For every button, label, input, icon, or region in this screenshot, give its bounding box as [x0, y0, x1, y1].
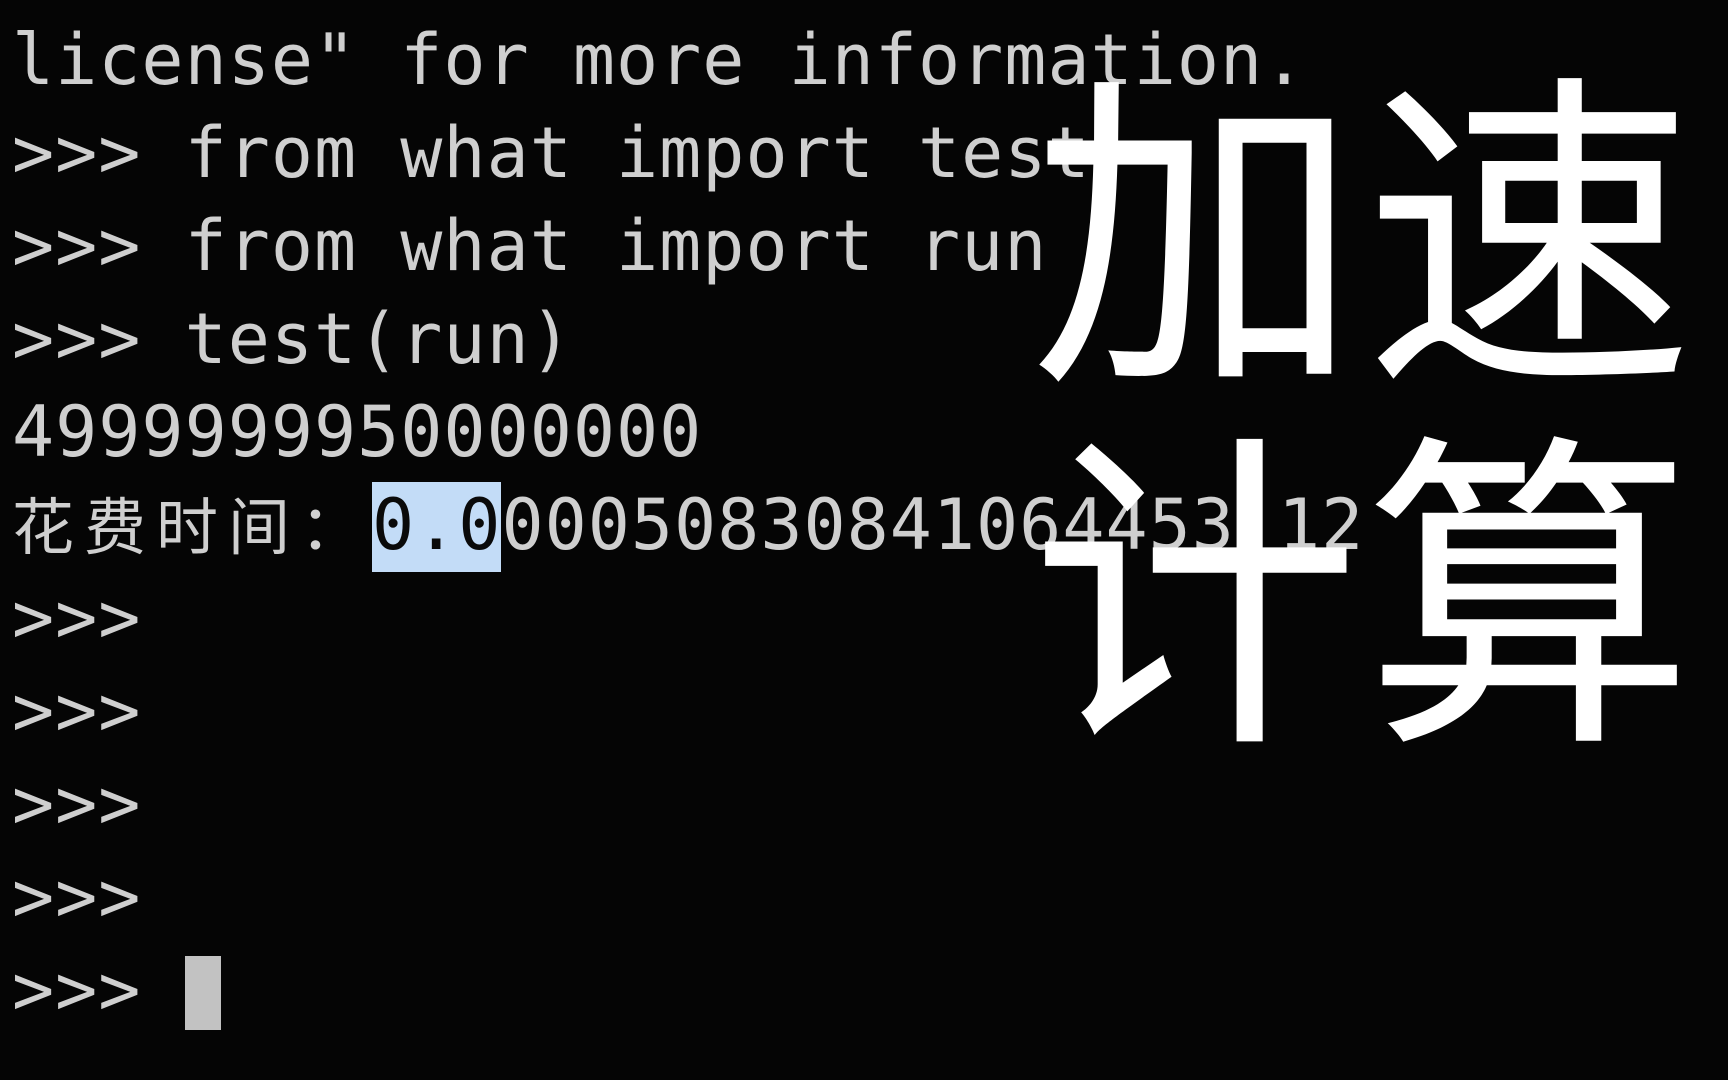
terminal-line-license: license" for more information.	[12, 19, 1307, 101]
terminal-prompt-2: >>>	[12, 670, 142, 752]
terminal-line-import-run: >>> from what import run	[12, 205, 1048, 287]
terminal-window: license" for more information. >>> from …	[0, 0, 1728, 1080]
elapsed-time-remainder: 00050830841064453 12	[501, 484, 1365, 566]
terminal-line-elapsed-time: 花费时间：0.000050830841064453 12	[12, 479, 1728, 572]
elapsed-time-selection[interactable]: 0.0	[372, 482, 502, 572]
elapsed-time-label: 花费时间：	[12, 491, 373, 564]
terminal-prompt-4: >>>	[12, 856, 142, 938]
terminal-active-prompt: >>>	[12, 949, 142, 1031]
terminal-line-result-number: 4999999950000000	[12, 391, 703, 473]
terminal-active-prompt-line[interactable]: >>>	[12, 944, 1728, 1037]
terminal-line-import-test: >>> from what import test	[12, 112, 1091, 194]
terminal-prompt-1: >>>	[12, 577, 142, 659]
text-cursor-icon	[184, 956, 221, 1030]
terminal-output-area[interactable]: license" for more information. >>> from …	[0, 0, 1728, 1080]
terminal-line-test-call: >>> test(run)	[12, 298, 573, 380]
terminal-prompt-3: >>>	[12, 763, 142, 845]
